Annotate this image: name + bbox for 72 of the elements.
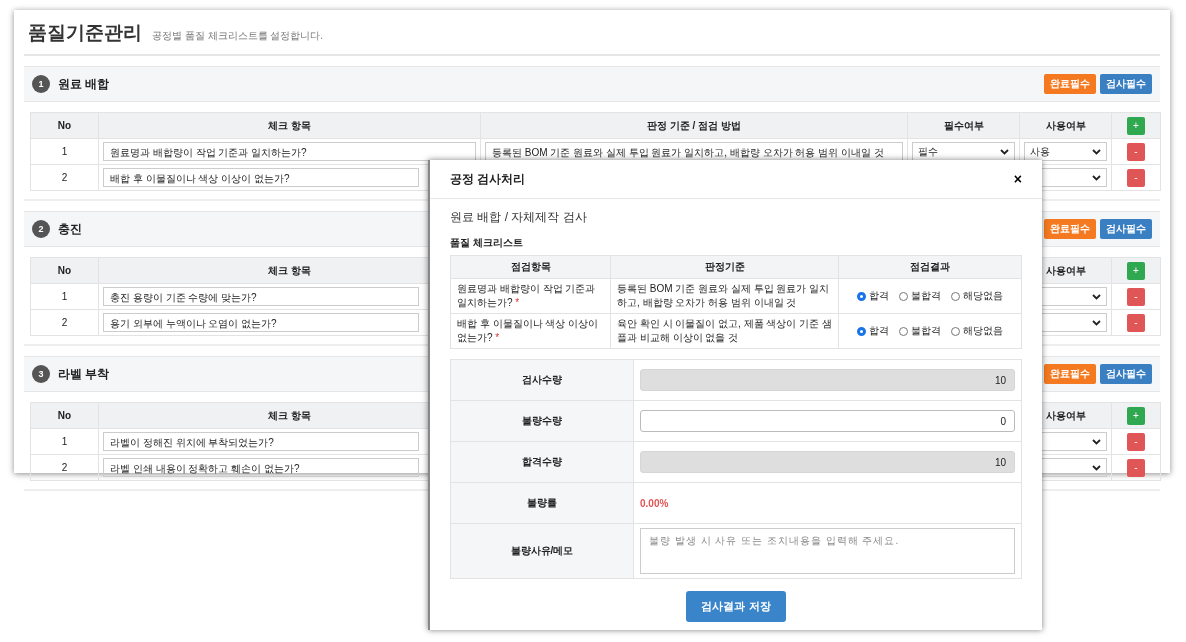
dialog-title: 공정 검사처리	[450, 170, 526, 188]
delete-row-button[interactable]: -	[1127, 287, 1145, 306]
quantity-field: 10	[640, 451, 1015, 473]
section-title: 라벨 부착	[58, 365, 110, 383]
step-number: 1	[32, 75, 50, 93]
dialog-subtitle: 원료 배합 / 자체제작 검사	[450, 209, 588, 226]
criterion-text: 등록된 BOM 기준 원료와 실제 투입 원료가 일치하고, 배합량 오차가 허용 범위 이내일 것	[610, 278, 839, 314]
delete-row-button[interactable]: -	[1127, 458, 1145, 477]
chevron-down-icon	[1092, 174, 1101, 181]
check-item-field[interactable]: 충진 용량이 기준 수량에 맞는가?	[103, 287, 419, 306]
page-subtitle: 공정별 품질 체크리스트를 설정합니다.	[152, 29, 324, 43]
column-header: 체크 항목	[98, 112, 481, 139]
chevron-down-icon	[1092, 319, 1101, 326]
chevron-down-icon	[1092, 438, 1101, 445]
usage-select[interactable]: 사용	[1024, 142, 1107, 161]
step-number: 3	[32, 365, 50, 383]
column-header: 점검결과	[838, 255, 1022, 279]
column-header: No	[30, 257, 99, 284]
tag-button[interactable]: 검사필수	[1100, 364, 1152, 384]
memo-field[interactable]: 불량 발생 시 사유 또는 조치내용을 입력해 주세요.	[640, 528, 1015, 574]
checklist-title: 품질 체크리스트	[450, 236, 524, 250]
criterion-text: 육안 확인 시 이물질이 없고, 제품 색상이 기준 샘플과 비교해 이상이 없을 것	[610, 313, 839, 349]
step-number: 2	[32, 220, 50, 238]
row-number: 1	[30, 283, 99, 310]
check-item-text: 원료명과 배합량이 작업 기준과 일치하는가? *	[450, 278, 611, 314]
tag-button[interactable]: 검사필수	[1100, 74, 1152, 94]
delete-row-button[interactable]: -	[1127, 168, 1145, 187]
column-header: 필수여부	[907, 112, 1020, 139]
chevron-down-icon	[1092, 293, 1101, 300]
quantity-field[interactable]: 0	[640, 410, 1015, 432]
column-header: No	[30, 112, 99, 139]
column-header: 사용여부	[1019, 112, 1112, 139]
field-label: 불량수량	[450, 400, 634, 442]
page-title: 품질기준관리	[28, 21, 142, 45]
result-radio[interactable]: 해당없음	[951, 324, 1003, 338]
column-header: 점검항목	[450, 255, 611, 279]
check-item-field[interactable]: 용기 외부에 누액이나 오염이 없는가?	[103, 313, 419, 332]
row-number: 2	[30, 309, 99, 336]
result-radio[interactable]: 불합격	[899, 324, 941, 338]
section-title: 원료 배합	[58, 75, 110, 93]
field-label: 불량률	[450, 482, 634, 524]
chevron-down-icon	[1092, 464, 1101, 471]
check-item-text: 배합 후 이물질이나 색상 이상이 없는가? *	[450, 313, 611, 349]
check-item-field[interactable]: 원료명과 배합량이 작업 기준과 일치하는가?	[103, 142, 476, 161]
quantity-field: 10	[640, 369, 1015, 391]
column-header: 판정 기준 / 점검 방법	[480, 112, 908, 139]
save-button[interactable]: 검사결과 저장	[686, 591, 786, 622]
row-number: 1	[30, 428, 99, 455]
check-item-field[interactable]: 라벨 인쇄 내용이 정확하고 훼손이 없는가?	[103, 458, 419, 477]
delete-row-button[interactable]: -	[1127, 142, 1145, 161]
result-radio[interactable]: 해당없음	[951, 289, 1003, 303]
field-label: 합격수량	[450, 441, 634, 483]
chevron-down-icon	[1092, 148, 1101, 155]
tag-button[interactable]: 검사필수	[1100, 219, 1152, 239]
row-number: 2	[30, 164, 99, 191]
column-header: 판정기준	[610, 255, 839, 279]
field-label: 불량사유/메모	[450, 523, 634, 579]
field-label: 검사수량	[450, 359, 634, 401]
section-title: 충진	[58, 220, 82, 238]
result-radio[interactable]: 불합격	[899, 289, 941, 303]
delete-row-button[interactable]: -	[1127, 313, 1145, 332]
chevron-down-icon	[1000, 148, 1009, 155]
check-item-field[interactable]: 라벨이 정해진 위치에 부착되었는가?	[103, 432, 419, 451]
defect-rate-value: 0.00%	[640, 497, 669, 509]
result-radio[interactable]: 합격	[857, 324, 889, 338]
column-header: No	[30, 402, 99, 429]
result-radio[interactable]: 합격	[857, 289, 889, 303]
close-button[interactable]: ×	[1013, 171, 1022, 187]
check-item-field[interactable]: 배합 후 이물질이나 색상 이상이 없는가?	[103, 168, 419, 187]
row-number: 1	[30, 138, 99, 165]
row-number: 2	[30, 454, 99, 481]
delete-row-button[interactable]: -	[1127, 432, 1145, 451]
